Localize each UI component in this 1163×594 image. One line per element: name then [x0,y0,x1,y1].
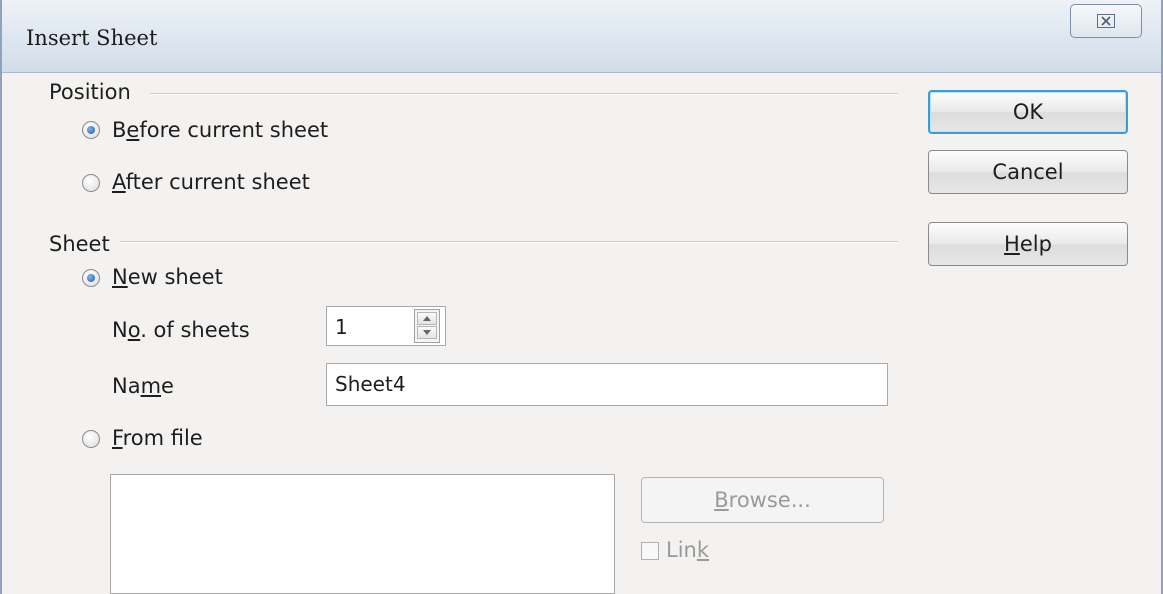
link-label: Link [666,538,710,562]
after-current-sheet-radio[interactable] [82,174,100,192]
help-button[interactable]: Help [928,222,1128,266]
after-current-sheet-label: After current sheet [112,170,310,194]
file-sheets-list[interactable] [110,474,615,594]
sheet-name-input[interactable]: Sheet4 [326,363,888,406]
browse-button[interactable]: Browse... [641,477,884,523]
close-icon [1097,14,1115,28]
title-bar: Insert Sheet [2,0,1161,73]
sheet-name-label: Name [112,374,174,398]
link-checkbox[interactable] [641,542,659,560]
num-sheets-stepper[interactable] [414,309,440,343]
position-group-label: Position [49,80,131,104]
num-sheets-label: No. of sheets [112,318,250,342]
spin-down-button[interactable] [417,326,437,339]
new-sheet-radio[interactable] [82,269,100,287]
from-file-radio[interactable] [82,430,100,448]
spin-up-button[interactable] [417,312,437,325]
chevron-down-icon [423,330,431,335]
from-file-label: From file [112,426,203,450]
cancel-button[interactable]: Cancel [928,150,1128,194]
new-sheet-label: New sheet [112,265,223,289]
dialog-title: Insert Sheet [26,26,158,50]
sheet-group-divider [120,241,898,243]
position-group-divider [150,93,898,95]
ok-button[interactable]: OK [928,90,1128,134]
dialog-body: Position Before current sheet After curr… [2,73,1161,594]
close-button[interactable] [1070,4,1142,38]
before-current-sheet-label: Before current sheet [112,118,329,142]
before-current-sheet-radio[interactable] [82,121,100,139]
sheet-group-label: Sheet [49,232,110,256]
chevron-up-icon [423,316,431,321]
insert-sheet-dialog: Insert Sheet Position Before current she… [0,0,1163,594]
